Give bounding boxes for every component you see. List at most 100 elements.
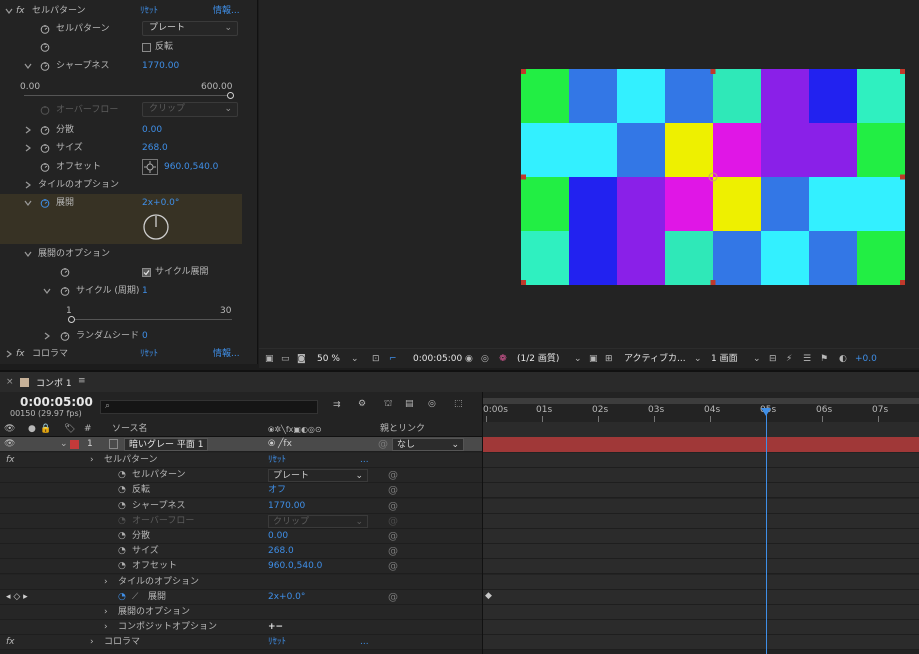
property-row-colorama[interactable]: fx › コロラマ ﾘｾｯﾄ... bbox=[0, 635, 482, 651]
transform-handle[interactable] bbox=[900, 280, 905, 285]
camera-dropdown[interactable]: アクティブカ... bbox=[624, 349, 686, 369]
composition-frame[interactable] bbox=[521, 69, 905, 285]
stopwatch-icon[interactable] bbox=[40, 162, 50, 172]
fx-icon[interactable]: fx bbox=[6, 635, 15, 650]
stopwatch-icon[interactable] bbox=[40, 198, 50, 208]
parent-dropdown[interactable]: なし ⌄ bbox=[392, 438, 464, 451]
cell-pattern-dropdown[interactable]: プレート ⌄ bbox=[142, 21, 238, 36]
expression-pickwhip-icon[interactable]: @ bbox=[388, 559, 398, 574]
exposure-icon[interactable]: ◐ bbox=[839, 349, 847, 369]
layer-switches[interactable]: 🞊 ╱fx bbox=[268, 437, 292, 452]
stopwatch-icon[interactable] bbox=[40, 125, 50, 135]
transform-handle[interactable] bbox=[521, 280, 526, 285]
expression-pickwhip-icon[interactable]: @ bbox=[388, 529, 398, 544]
search-input[interactable]: ⌕ bbox=[100, 400, 318, 414]
track-row[interactable] bbox=[483, 513, 919, 529]
track-row[interactable] bbox=[483, 468, 919, 484]
time-ruler[interactable]: 0:00s 01s 02s 03s 04s 05s 06s 07s bbox=[483, 392, 919, 422]
track-row[interactable] bbox=[483, 498, 919, 514]
evolution-value[interactable]: 2x+0.0° bbox=[142, 194, 179, 212]
track-row[interactable] bbox=[483, 453, 919, 468]
property-row-tile-options[interactable]: › タイルのオプション bbox=[0, 574, 482, 590]
stopwatch-icon[interactable]: ◔ bbox=[118, 483, 126, 498]
stopwatch-icon[interactable] bbox=[40, 24, 50, 34]
property-row-cell-effect[interactable]: fx › セルパターン ﾘｾｯﾄ... bbox=[0, 453, 482, 468]
chevron-down-icon[interactable]: › bbox=[90, 453, 94, 468]
track-row[interactable] bbox=[483, 559, 919, 575]
shy-icon[interactable]: ⛫ bbox=[384, 399, 392, 410]
close-icon[interactable]: × bbox=[6, 377, 14, 387]
viewer-timecode[interactable]: 0:00:05:00 bbox=[413, 349, 462, 369]
chevron-down-icon[interactable] bbox=[24, 199, 32, 207]
property-value[interactable]: オフ bbox=[268, 483, 286, 498]
work-area-bar[interactable] bbox=[483, 398, 919, 404]
property-value[interactable]: 2x+0.0° bbox=[268, 590, 305, 605]
mask-icon[interactable]: ◙ bbox=[297, 349, 306, 369]
track-row[interactable] bbox=[483, 483, 919, 499]
composition-viewer[interactable] bbox=[259, 0, 919, 348]
size-value[interactable]: 268.0 bbox=[142, 139, 168, 157]
more-link[interactable]: ... bbox=[360, 635, 369, 650]
expression-pickwhip-icon[interactable]: @ bbox=[388, 499, 398, 514]
property-row-dispersion[interactable]: ◔ 分散 0.00 @ bbox=[0, 529, 482, 544]
solo-icon[interactable]: ● bbox=[28, 422, 36, 437]
property-row-offset[interactable]: ◔ オフセット 960.0,540.0 @ bbox=[0, 559, 482, 575]
label-icon[interactable]: 🏷 bbox=[64, 422, 75, 437]
frame-blend-icon[interactable]: ▤ bbox=[405, 399, 414, 409]
property-row-composite-options[interactable]: › コンポジットオプション +− bbox=[0, 620, 482, 636]
monitor-icon[interactable]: ▭ bbox=[281, 349, 290, 369]
add-remove-buttons[interactable]: +− bbox=[268, 620, 283, 635]
expression-pickwhip-icon[interactable]: @ bbox=[388, 544, 398, 559]
visibility-icon[interactable]: 👁 bbox=[4, 437, 15, 452]
flowchart-icon[interactable]: ⚑ bbox=[820, 349, 828, 369]
property-row-overflow[interactable]: ◔ オーバーフロー クリップ ⌄ @ bbox=[0, 513, 482, 529]
fx-icon[interactable]: fx bbox=[6, 453, 15, 468]
sharpness-slider-knob[interactable] bbox=[227, 92, 234, 99]
layer-duration-bar[interactable] bbox=[483, 437, 919, 452]
motion-blur-icon[interactable]: ◎ bbox=[428, 399, 436, 409]
evolution-dial[interactable] bbox=[142, 213, 170, 241]
stopwatch-icon[interactable] bbox=[40, 42, 50, 52]
cycle-value[interactable]: 1 bbox=[142, 282, 148, 300]
stopwatch-icon[interactable]: ◔ bbox=[118, 468, 126, 483]
chevron-down-icon[interactable]: › bbox=[90, 635, 94, 650]
invert-checkbox[interactable] bbox=[142, 43, 151, 52]
effect-header-colorama[interactable]: fx コロラマ ﾘｾｯﾄ 情報... bbox=[0, 345, 257, 363]
chevron-down-icon[interactable]: ⌄ bbox=[351, 349, 359, 369]
layer-name[interactable]: 暗いグレー 平面 1 bbox=[124, 438, 209, 451]
layer-row[interactable]: 👁 ⌄ 1 暗いグレー 平面 1 🞊 ╱fx @ なし ⌄ bbox=[0, 437, 482, 452]
stopwatch-icon[interactable]: ◔ bbox=[118, 559, 126, 574]
chevron-down-icon[interactable]: ⌄ bbox=[574, 349, 582, 369]
property-row-evolution-options[interactable]: › 展開のオプション bbox=[0, 605, 482, 620]
property-row-invert[interactable]: ◔ 反転 オフ @ bbox=[0, 483, 482, 499]
chevron-right-icon[interactable]: › bbox=[104, 605, 108, 620]
crosshair-icon[interactable] bbox=[142, 159, 158, 175]
chevron-down-icon[interactable] bbox=[24, 62, 32, 70]
random-seed-value[interactable]: 0 bbox=[142, 327, 148, 345]
info-link[interactable]: 情報... bbox=[213, 345, 240, 363]
fx-icon[interactable]: fx bbox=[16, 2, 25, 20]
chevron-right-icon[interactable] bbox=[24, 144, 32, 152]
stopwatch-icon[interactable] bbox=[60, 267, 70, 277]
property-row-sharpness[interactable]: ◔ シャープネス 1770.00 @ bbox=[0, 498, 482, 514]
always-preview-icon[interactable]: ▣ bbox=[265, 349, 274, 369]
chevron-right-icon[interactable] bbox=[24, 126, 32, 134]
reset-link[interactable]: ﾘｾｯﾄ bbox=[140, 2, 158, 20]
keyframe-marker[interactable]: ◆ bbox=[485, 591, 492, 601]
chevron-right-icon[interactable]: › bbox=[104, 575, 108, 590]
transform-handle[interactable] bbox=[900, 69, 905, 74]
property-value[interactable]: 1770.00 bbox=[268, 499, 305, 514]
timeline-tab[interactable]: コンポ 1 bbox=[36, 376, 72, 389]
chevron-down-icon[interactable]: ⌄ bbox=[60, 437, 68, 452]
property-value[interactable]: 960.0,540.0 bbox=[268, 559, 322, 574]
resolution-dropdown[interactable]: (1/2 画質) bbox=[517, 349, 559, 369]
cycle-slider-knob[interactable] bbox=[68, 316, 75, 323]
chevron-down-icon[interactable]: ⌄ bbox=[694, 349, 702, 369]
zoom-dropdown[interactable]: 50 % bbox=[317, 349, 340, 369]
group-tile-options[interactable]: タイルのオプション bbox=[0, 176, 257, 194]
lock-icon[interactable]: 🔒 bbox=[40, 422, 51, 437]
cycle-slider-track[interactable] bbox=[70, 319, 232, 320]
exposure-value[interactable]: +0.0 bbox=[855, 349, 877, 369]
eye-icon[interactable]: 👁 bbox=[4, 422, 15, 437]
keyframe-navigator[interactable]: ◂ ◇ ▸ bbox=[6, 590, 28, 605]
